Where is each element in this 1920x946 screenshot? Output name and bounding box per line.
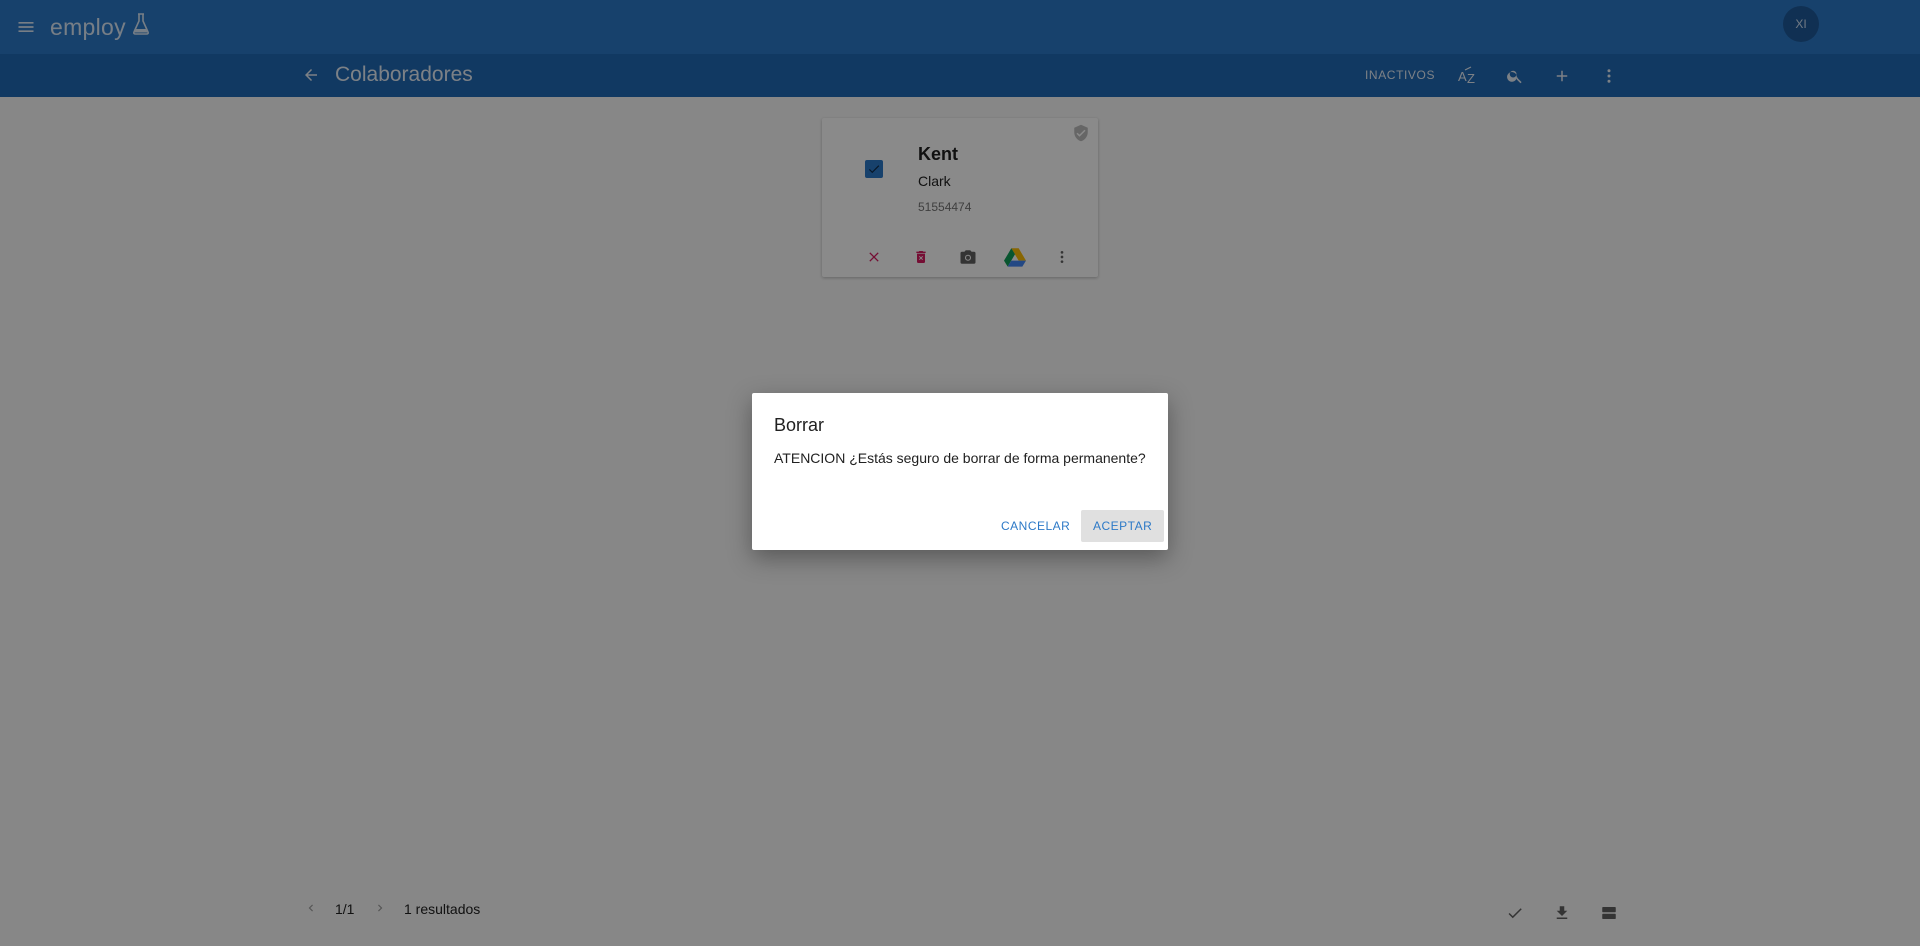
accept-button[interactable]: ACEPTAR (1081, 510, 1165, 542)
cancel-button[interactable]: CANCELAR (989, 510, 1082, 542)
dialog-title: Borrar (774, 415, 825, 435)
confirm-delete-dialog: Borrar ATENCION ¿Estás seguro de borrar … (752, 393, 1168, 550)
dialog-message: ATENCION ¿Estás seguro de borrar de form… (774, 450, 1146, 466)
app: employ XI Colaboradores INACTIVOS A Z Ke… (0, 0, 1920, 946)
